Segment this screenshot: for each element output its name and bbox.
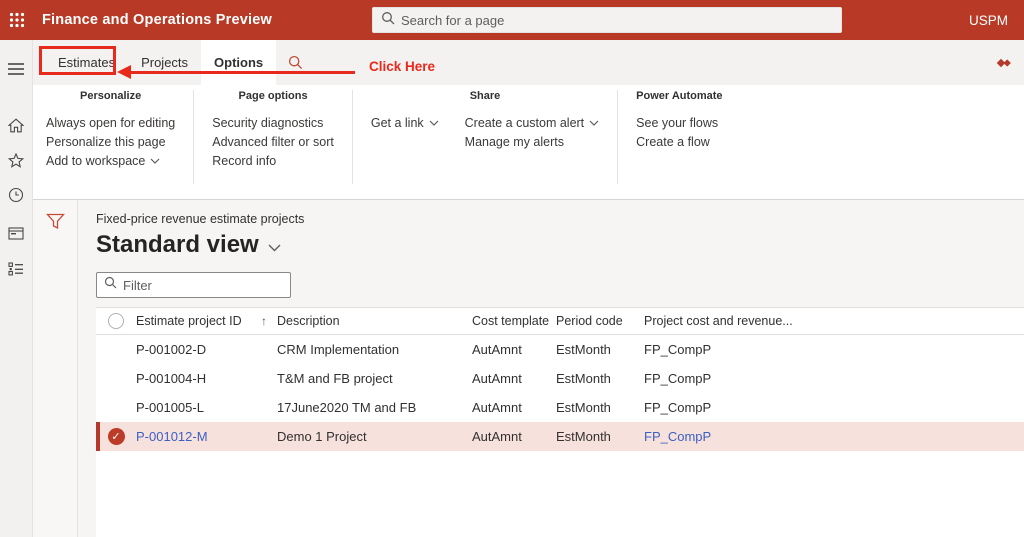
- company-selector[interactable]: USPM: [969, 13, 1008, 28]
- home-icon[interactable]: [0, 110, 33, 140]
- period-code-cell: EstMonth: [556, 400, 611, 415]
- filter-input[interactable]: [123, 277, 283, 293]
- filter-pane-strip: [33, 200, 78, 537]
- sort-ascending-icon: ↑: [261, 314, 267, 328]
- grid-empty-area: [96, 451, 1024, 537]
- modules-list-icon[interactable]: [0, 254, 33, 284]
- action-pane-tabs: Estimates Projects Options Click Here: [33, 40, 1024, 85]
- tab-options[interactable]: Options: [201, 40, 277, 85]
- estimate-project-id-cell[interactable]: P-001002-D: [136, 342, 277, 357]
- menu-item-personalize-this-page[interactable]: Personalize this page: [46, 132, 175, 151]
- project-group-link[interactable]: FP_CompP: [644, 429, 1024, 444]
- table-row[interactable]: P-001005-L 17June2020 TM and FB AutAmnt …: [96, 393, 1024, 422]
- recent-clock-icon[interactable]: [0, 180, 33, 210]
- menu-item-security-diagnostics[interactable]: Security diagnostics: [212, 113, 334, 132]
- project-group-cell: FP_CompP: [644, 400, 712, 415]
- global-search-box[interactable]: [372, 7, 842, 33]
- circle-checkbox-icon: [108, 313, 124, 329]
- description-cell: T&M and FB project: [277, 371, 393, 386]
- ribbon-group-personalize: Personalize Always open for editing Pers…: [46, 90, 195, 184]
- chevron-down-icon: [589, 120, 599, 126]
- group-title: Share: [469, 90, 501, 102]
- annotation-click-here-label: Click Here: [369, 59, 436, 74]
- options-ribbon: Personalize Always open for editing Pers…: [33, 85, 1024, 200]
- period-code-cell: EstMonth: [556, 371, 611, 386]
- action-pane-search-icon[interactable]: [276, 40, 315, 85]
- filter-funnel-icon[interactable]: [45, 213, 65, 235]
- ribbon-group-share: Share Get a link Create a custom alert M…: [353, 90, 619, 184]
- pin-action-pane-icon[interactable]: [996, 40, 1012, 85]
- estimate-project-id-cell[interactable]: P-001005-L: [136, 400, 277, 415]
- description-cell: Demo 1 Project: [277, 429, 367, 444]
- menu-item-advanced-filter-or-sort[interactable]: Advanced filter or sort: [212, 132, 334, 151]
- app-title: Finance and Operations Preview: [42, 12, 273, 28]
- row-select-cell[interactable]: ✓: [96, 428, 136, 445]
- estimate-project-id-cell[interactable]: P-001004-H: [136, 371, 277, 386]
- menu-item-see-your-flows[interactable]: See your flows: [636, 113, 718, 132]
- table-row[interactable]: P-001002-D CRM Implementation AutAmnt Es…: [96, 335, 1024, 364]
- table-row[interactable]: P-001004-H T&M and FB project AutAmnt Es…: [96, 364, 1024, 393]
- ribbon-group-power-automate: Power Automate See your flows Create a f…: [618, 90, 740, 184]
- project-group-cell: FP_CompP: [644, 342, 712, 357]
- top-navigation-bar: Finance and Operations Preview USPM: [0, 0, 1024, 40]
- group-title: Page options: [238, 90, 308, 102]
- description-cell: 17June2020 TM and FB: [277, 400, 417, 415]
- column-header-period-code[interactable]: Period code: [556, 314, 644, 328]
- view-title: Standard view: [96, 231, 259, 258]
- workspaces-form-icon[interactable]: [0, 218, 33, 248]
- select-all-checkbox[interactable]: [96, 313, 136, 329]
- column-header-cost-template[interactable]: Cost template: [472, 314, 556, 328]
- menu-item-get-a-link[interactable]: Get a link: [371, 113, 439, 132]
- favorites-star-icon[interactable]: [0, 145, 33, 175]
- period-code-cell: EstMonth: [556, 342, 611, 357]
- menu-item-create-a-custom-alert[interactable]: Create a custom alert: [465, 113, 600, 132]
- column-header-project-cost-and-revenue[interactable]: Project cost and revenue...: [644, 314, 1024, 328]
- ribbon-group-page-options: Page options Security diagnostics Advanc…: [194, 90, 353, 184]
- search-input[interactable]: [401, 12, 833, 28]
- annotation-arrow-shaft: [130, 71, 355, 74]
- chevron-down-icon: [429, 120, 439, 126]
- chevron-down-icon: [150, 158, 160, 164]
- column-header-description[interactable]: Description: [277, 314, 472, 328]
- menu-item-manage-my-alerts[interactable]: Manage my alerts: [465, 132, 600, 151]
- annotation-arrow-head: [117, 65, 131, 79]
- search-icon: [381, 11, 395, 30]
- project-group-cell: FP_CompP: [644, 371, 712, 386]
- table-row-selected[interactable]: ✓ P-001012-M Demo 1 Project AutAmnt EstM…: [96, 422, 1024, 451]
- menu-item-always-open-for-editing[interactable]: Always open for editing: [46, 113, 175, 132]
- cost-template-cell: AutAmnt: [472, 400, 522, 415]
- menu-item-add-to-workspace[interactable]: Add to workspace: [46, 151, 175, 170]
- group-title: Personalize: [80, 90, 142, 102]
- selected-check-icon[interactable]: ✓: [107, 428, 125, 445]
- cost-template-cell: AutAmnt: [472, 429, 522, 444]
- hamburger-menu-icon[interactable]: [0, 54, 33, 84]
- menu-item-create-a-flow[interactable]: Create a flow: [636, 132, 718, 151]
- column-header-estimate-project-id[interactable]: Estimate project ID ↑: [136, 314, 277, 328]
- estimate-projects-grid: Estimate project ID ↑ Description Cost t…: [96, 307, 1024, 537]
- estimate-project-id-link[interactable]: P-001012-M: [136, 429, 277, 444]
- page-caption: Fixed-price revenue estimate projects: [96, 212, 305, 226]
- grid-header-row: Estimate project ID ↑ Description Cost t…: [96, 308, 1024, 335]
- chevron-down-icon: [268, 244, 281, 252]
- view-selector[interactable]: Standard view: [96, 231, 1024, 259]
- cost-template-cell: AutAmnt: [472, 371, 522, 386]
- grid-filter-box[interactable]: [96, 272, 291, 298]
- tab-projects[interactable]: Projects: [128, 40, 201, 85]
- page-content-panel: Fixed-price revenue estimate projects St…: [78, 200, 1024, 537]
- app-launcher-waffle-icon[interactable]: [0, 0, 34, 40]
- annotation-highlight-rectangle: [39, 46, 116, 75]
- description-cell: CRM Implementation: [277, 342, 400, 357]
- search-icon: [104, 276, 117, 294]
- group-title: Power Automate: [636, 90, 723, 102]
- navigation-sidebar: [0, 40, 33, 537]
- cost-template-cell: AutAmnt: [472, 342, 522, 357]
- menu-item-record-info[interactable]: Record info: [212, 151, 334, 170]
- period-code-cell: EstMonth: [556, 429, 611, 444]
